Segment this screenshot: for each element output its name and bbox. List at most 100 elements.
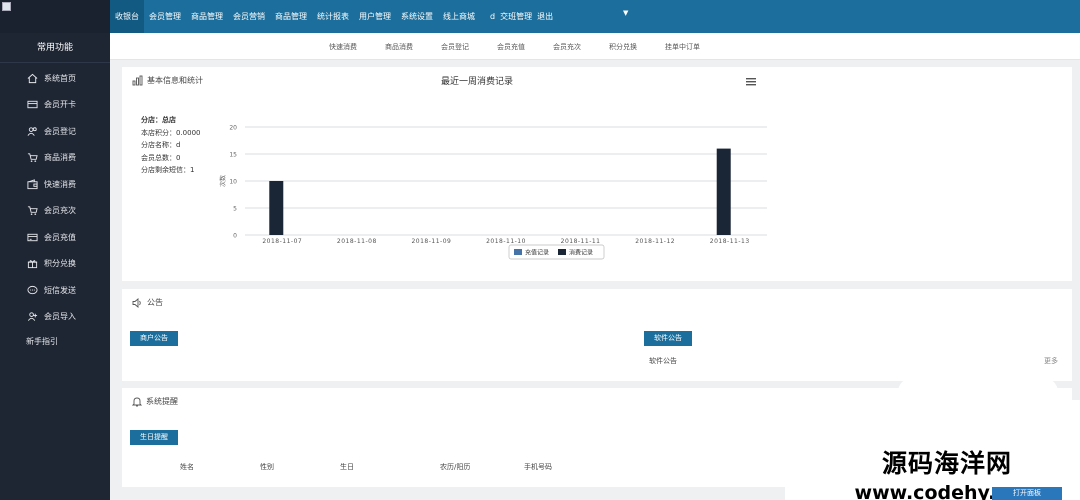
subnav-points-exchange[interactable]: 积分兑换 [595, 42, 651, 52]
shop-notice-button[interactable]: 商户公告 [130, 331, 178, 346]
sidebar-item-label: 商品消费 [44, 153, 76, 163]
nav-item-settings[interactable]: 系统设置 [396, 0, 438, 33]
y-tick-label-0: 0 [233, 233, 237, 240]
sidebar-item-label: 短信发送 [44, 285, 76, 295]
more-link[interactable]: 更多 [1044, 356, 1058, 366]
nav-item-cashier[interactable]: 收银台 [110, 0, 144, 33]
y-tick-label-3: 15 [229, 152, 237, 159]
y-tick-label-2: 10 [229, 179, 237, 186]
basic-info-panel: 基本信息和统计 分店：总店 本店积分：0.0000 分店名称：d 会员总数：0 … [122, 67, 1072, 281]
gift-icon [27, 260, 38, 269]
sidebar-item-label: 积分兑换 [44, 259, 76, 269]
sidebar-item-1[interactable]: 会员开卡 [0, 92, 110, 119]
credit-card-icon [27, 233, 38, 241]
menu-icon[interactable] [746, 78, 756, 86]
y-tick-label-4: 20 [229, 125, 237, 132]
subnav-member-register[interactable]: 会员登记 [427, 42, 483, 52]
sidebar-item-4[interactable]: 快速消费 [0, 171, 110, 198]
sidebar-list: 系统首页会员开卡会员登记商品消费快速消费会员充次会员充值积分兑换短信发送会员导入 [0, 63, 110, 330]
sidebar-item-6[interactable]: 会员充值 [0, 224, 110, 251]
legend-label-0: 充值记录 [525, 249, 549, 257]
col-birthday: 生日 [340, 463, 354, 471]
caret-down-icon[interactable]: ▼ [623, 9, 628, 17]
nav-item-users[interactable]: 用户管理 [354, 0, 396, 33]
nav-item-member[interactable]: 会员管理 [144, 0, 186, 33]
x-tick-label-2: 2018-11-09 [411, 238, 451, 245]
sidebar-header: 常用功能 [0, 33, 110, 63]
bar-1-6 [716, 148, 731, 235]
users-icon [27, 127, 37, 136]
logo [0, 0, 110, 33]
birthday-reminder-button[interactable]: 生日提醒 [130, 430, 178, 445]
legend-swatch-1 [558, 249, 566, 255]
chart-title: 最近一周消费记录 [441, 75, 513, 87]
software-notice-text: 软件公告 [649, 357, 677, 365]
sidebar-item-3[interactable]: 商品消费 [0, 145, 110, 172]
software-notice-button[interactable]: 软件公告 [644, 331, 692, 346]
sidebar: 常用功能 系统首页会员开卡会员登记商品消费快速消费会员充次会员充值积分兑换短信发… [0, 33, 110, 500]
legend-label-1: 消费记录 [569, 249, 593, 257]
reminder-panel-title: 系统提醒 [146, 397, 178, 406]
card-icon [27, 101, 38, 109]
sidebar-item-label: 快速消费 [44, 179, 76, 189]
consumption-chart: 最近一周消费记录 0 5 10 15 20 次数 2018-11-07 2018-11-08 20… [219, 75, 767, 260]
col-name: 姓名 [180, 463, 194, 471]
sidebar-item-7[interactable]: 积分兑换 [0, 251, 110, 278]
main-nav: 收银台 会员管理 商品管理 会员营销 商品管理 统计报表 用户管理 系统设置 线… [110, 0, 558, 33]
watermark-title: 源码海洋网 [881, 449, 1012, 478]
bar-chart-icon [132, 75, 143, 86]
x-tick-label-1: 2018-11-08 [337, 238, 377, 245]
col-phone: 手机号码 [524, 463, 552, 471]
legend-swatch-0 [514, 249, 522, 255]
stat-shop-name: 分店名称：d [141, 141, 181, 149]
cart-icon [27, 206, 38, 216]
sidebar-item-0[interactable]: 系统首页 [0, 65, 110, 92]
subnav-pending-orders[interactable]: 挂单中订单 [651, 42, 714, 52]
x-tick-label-5: 2018-11-12 [635, 238, 675, 245]
wallet-icon [27, 179, 38, 189]
logout-link[interactable]: 退出 [537, 0, 558, 33]
bar-1-0 [269, 181, 284, 235]
nav-item-mall[interactable]: 线上商城 [438, 0, 480, 33]
nav-item-goods-2[interactable]: 商品管理 [270, 0, 312, 33]
stat-points: 本店积分：0.0000 [141, 128, 201, 137]
shift-manage-link[interactable]: 交班管理 [495, 0, 537, 33]
sidebar-guide[interactable]: 新手指引 [0, 330, 110, 354]
speaker-icon [132, 297, 141, 308]
subnav-goods-consume[interactable]: 商品消费 [371, 42, 427, 52]
x-tick-label-4: 2018-11-11 [561, 238, 601, 245]
home-icon [27, 73, 38, 83]
x-tick-label-6: 2018-11-13 [710, 238, 750, 245]
y-axis-label: 次数 [219, 175, 227, 187]
nav-item-reports[interactable]: 统计报表 [312, 0, 354, 33]
stat-member-count: 会员总数：0 [141, 153, 181, 162]
subnav-member-recharge[interactable]: 会员充值 [483, 42, 539, 52]
sidebar-item-5[interactable]: 会员充次 [0, 198, 110, 225]
sidebar-item-label: 会员导入 [44, 312, 76, 322]
chat-icon [27, 285, 38, 294]
open-panel-button[interactable]: 打开面板 [992, 487, 1062, 500]
sidebar-item-2[interactable]: 会员登记 [0, 118, 110, 145]
subnav-member-times[interactable]: 会员充次 [539, 42, 595, 52]
sidebar-item-label: 系统首页 [44, 73, 76, 83]
sidebar-item-label: 会员充值 [44, 232, 76, 242]
notice-panel: 公告 商户公告 软件公告 软件公告 更多 [122, 289, 1072, 381]
top-navbar: 收银台 会员管理 商品管理 会员营销 商品管理 统计报表 用户管理 系统设置 线… [0, 0, 1080, 33]
sidebar-item-label: 会员充次 [44, 206, 76, 216]
sidebar-item-8[interactable]: 短信发送 [0, 277, 110, 304]
cart-icon [27, 153, 38, 163]
shop-stats: 分店：总店 本店积分：0.0000 分店名称：d 会员总数：0 分店剩余短信：1 [141, 114, 201, 177]
sidebar-item-label: 会员开卡 [44, 100, 76, 110]
bell-icon [132, 397, 142, 407]
x-tick-label-3: 2018-11-10 [486, 238, 526, 245]
col-gender: 性别 [260, 463, 274, 471]
nav-item-marketing[interactable]: 会员营销 [228, 0, 270, 33]
subnav-quick-consume[interactable]: 快速消费 [315, 42, 371, 52]
basic-panel-title: 基本信息和统计 [147, 76, 203, 85]
notice-panel-title: 公告 [147, 298, 163, 307]
col-calendar: 农历/阳历 [440, 463, 471, 471]
stat-sms: 分店剩余短信：1 [141, 166, 195, 174]
nav-item-goods[interactable]: 商品管理 [186, 0, 228, 33]
sidebar-item-9[interactable]: 会员导入 [0, 304, 110, 331]
stat-branch: 分店：总店 [141, 116, 176, 124]
